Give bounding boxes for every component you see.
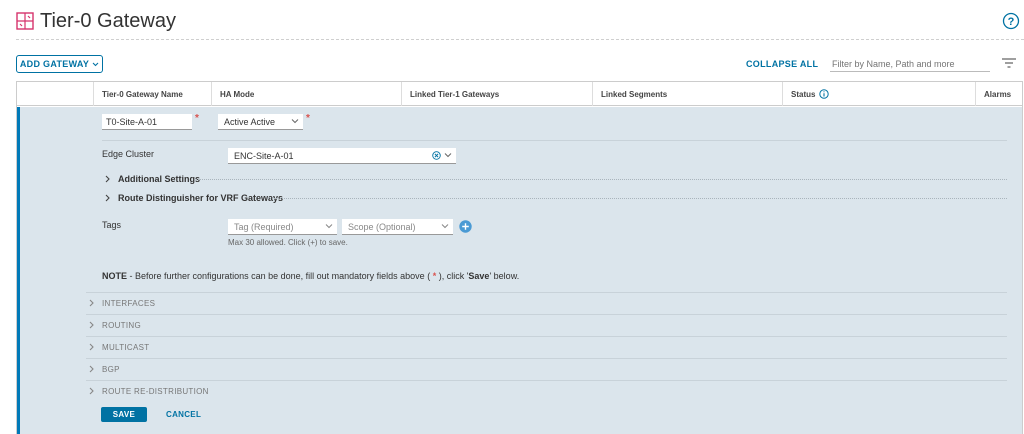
add-gateway-button[interactable]: ADD GATEWAY — [16, 55, 103, 73]
filter-icon[interactable] — [1002, 58, 1016, 68]
edge-cluster-label: Edge Cluster — [102, 149, 155, 159]
help-icon[interactable]: ? — [1002, 12, 1020, 30]
chevron-right-icon[interactable] — [88, 365, 95, 373]
chevron-right-icon[interactable] — [88, 387, 95, 395]
column-header-linked-segments[interactable]: Linked Segments — [592, 82, 782, 106]
collapse-all-button[interactable]: COLLAPSE ALL — [746, 59, 818, 69]
chevron-right-icon[interactable] — [88, 321, 95, 329]
gateway-edit-row: T0-Site-A-01 * Active Active * Edge Clus… — [17, 107, 1022, 434]
tag-placeholder: Tag (Required) — [234, 221, 294, 232]
chevron-down-icon — [325, 224, 333, 229]
svg-text:?: ? — [1008, 16, 1015, 28]
section-route-redistribution[interactable]: ROUTE RE-DISTRIBUTION — [102, 387, 209, 396]
status-header-label: Status — [791, 89, 816, 99]
header-divider — [16, 39, 1024, 40]
section-routing[interactable]: ROUTING — [102, 321, 141, 330]
chevron-down-icon — [441, 224, 449, 229]
chevron-down-icon — [444, 153, 452, 158]
divider — [86, 380, 1007, 381]
chevron-right-icon[interactable] — [88, 299, 95, 307]
divider — [86, 358, 1007, 359]
note-text: NOTE - Before further configurations can… — [102, 271, 519, 281]
divider — [86, 314, 1007, 315]
edge-cluster-value: ENC-Site-A-01 — [234, 150, 294, 161]
note-prefix: NOTE — [102, 271, 128, 281]
note-text-part: ' below. — [489, 271, 520, 281]
save-button[interactable]: SAVE — [101, 407, 147, 422]
edge-cluster-select[interactable]: ENC-Site-A-01 — [228, 148, 456, 164]
info-icon[interactable] — [819, 89, 830, 99]
note-text-part: ), click ' — [436, 271, 469, 281]
page-title: Tier-0 Gateway — [40, 10, 176, 32]
chevron-right-icon[interactable] — [88, 343, 95, 351]
route-distinguisher-toggle[interactable]: Route Distinguisher for VRF Gateways — [118, 193, 283, 203]
scope-placeholder: Scope (Optional) — [348, 221, 416, 232]
chevron-right-icon[interactable] — [104, 175, 111, 183]
divider — [102, 140, 1007, 141]
gateway-table: Tier-0 Gateway Name HA Mode Linked Tier-… — [16, 81, 1023, 434]
chevron-down-icon — [291, 119, 299, 124]
chevron-right-icon[interactable] — [104, 194, 111, 202]
section-interfaces[interactable]: INTERFACES — [102, 299, 155, 308]
gateway-name-input[interactable]: T0-Site-A-01 — [102, 114, 192, 130]
ha-mode-value: Active Active — [224, 116, 276, 127]
divider — [268, 198, 1007, 199]
column-header-status[interactable]: Status — [782, 82, 975, 106]
tier0-gateway-icon — [16, 12, 34, 30]
column-header-name[interactable]: Tier-0 Gateway Name — [93, 82, 211, 106]
filter-input[interactable] — [830, 56, 990, 72]
ha-mode-select[interactable]: Active Active — [218, 114, 303, 130]
additional-settings-toggle[interactable]: Additional Settings — [118, 174, 200, 184]
table-header: Tier-0 Gateway Name HA Mode Linked Tier-… — [17, 82, 1022, 106]
column-header-alarms[interactable]: Alarms — [975, 82, 1023, 106]
divider — [86, 336, 1007, 337]
divider — [196, 179, 1007, 180]
add-tag-icon[interactable] — [459, 220, 472, 233]
name-required-mark: * — [195, 113, 199, 124]
add-gateway-label: ADD GATEWAY — [19, 59, 90, 69]
chevron-down-icon — [92, 62, 99, 66]
column-header-linked-tier1[interactable]: Linked Tier-1 Gateways — [401, 82, 592, 106]
divider — [86, 292, 1007, 293]
note-text-part: - Before further configurations can be d… — [127, 271, 433, 281]
ha-mode-required-mark: * — [306, 113, 310, 124]
section-multicast[interactable]: MULTICAST — [102, 343, 149, 352]
note-save: Save — [468, 271, 490, 281]
tag-input[interactable]: Tag (Required) — [228, 219, 337, 235]
tags-hint: Max 30 allowed. Click (+) to save. — [228, 238, 348, 247]
column-header-ha-mode[interactable]: HA Mode — [211, 82, 401, 106]
cancel-button[interactable]: CANCEL — [166, 410, 201, 419]
clear-icon[interactable] — [432, 151, 441, 160]
section-bgp[interactable]: BGP — [102, 365, 120, 374]
tags-label: Tags — [102, 220, 122, 230]
scope-input[interactable]: Scope (Optional) — [342, 219, 453, 235]
